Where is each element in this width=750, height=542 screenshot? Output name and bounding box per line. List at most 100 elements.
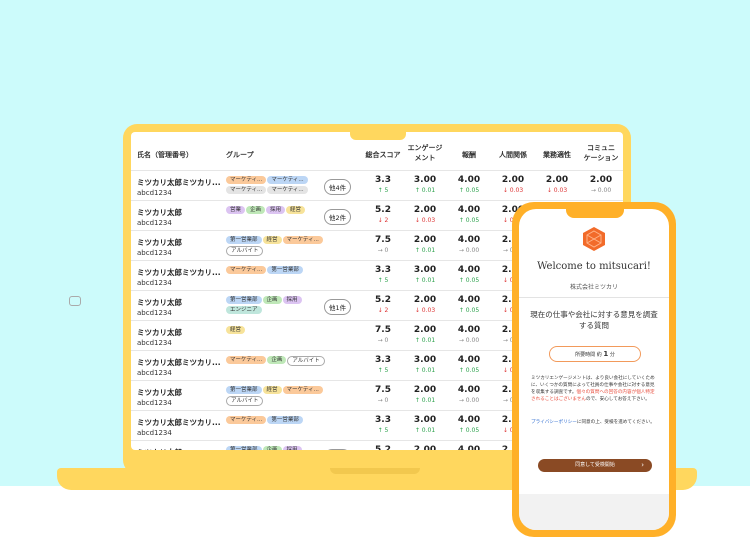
score-cell-eng: 3.00 ↑ 0.01 [403,355,447,375]
header-engagement-line2: メント [414,154,436,162]
header-relationship[interactable]: 人間関係 [491,150,535,160]
score-value: 7.5 [375,325,391,335]
employee-name: ミツカリ太郎ミツカリ... [137,418,221,427]
score-delta: → 0.00 [458,397,480,404]
chevron-right-icon: › [641,461,644,469]
score-delta: ↑ 5 [377,367,389,374]
employee-name: ミツカリ太郎 [137,328,182,337]
score-cell-total: 3.3 ↑ 5 [361,175,405,195]
score-cell-total: 3.3 ↑ 5 [361,265,405,285]
header-total[interactable]: 総合スコア [361,150,405,160]
score-cell-rew: 4.00 → 0.00 [447,235,491,255]
survey-question: 現在の仕事や会社に対する意見を調査する質問 [530,310,658,330]
score-value: 2.00 [413,205,437,215]
score-cell-apt: 2.00 ↓ 0.03 [535,175,579,195]
score-cell-total: 5.2 ↓ 2 [361,205,405,225]
score-cell-total: 7.5 → 0 [361,235,405,255]
score-cell-total: 7.5 → 0 [361,325,405,345]
more-groups-button[interactable]: 他2件 [324,209,352,225]
score-cell-eng: 2.00 ↓ 0.03 [403,205,447,225]
employee-id: abcd1234 [137,279,172,287]
score-value: 3.3 [375,415,391,425]
employee-id: abcd1234 [137,369,172,377]
company-name: 株式会社ミツカリ [569,284,618,291]
score-cell-rew: 4.00 ↑ 0.05 [447,205,491,225]
description-text: ミツカリエンゲージメントは、より良い会社にしていくために、いくつかの質問によって… [531,375,659,403]
score-value: 2.00 [589,175,613,185]
score-delta: ↑ 0.01 [414,277,436,284]
group-tag: マーケティ... [226,416,267,424]
score-value: 4.00 [457,295,481,305]
score-value: 2.00 [413,235,437,245]
score-delta: ↑ 0.01 [414,367,436,374]
score-cell-rel: 2.00 ↓ 0.03 [491,175,535,195]
group-tag: マーケティ... [267,176,308,184]
group-tags: マーケティ... 企画 アルバイト [226,356,326,368]
score-cell-eng: 2.00 ↓ 0.03 [403,295,447,315]
group-tag: 採用 [282,446,302,450]
score-delta: → 0 [377,397,389,404]
more-groups-button[interactable]: 他1件 [324,449,352,450]
group-tag: マーケティ... [226,186,267,194]
table-row[interactable]: ミツカリ太郎ミツカリ... abcd1234 マーケティ... マーケティ...マーケ… [131,170,623,201]
score-value: 2.00 [413,325,437,335]
time-value: 1 [603,350,609,358]
employee-name: ミツカリ太郎 [137,447,182,450]
score-delta: ↓ 0.03 [546,187,568,194]
employee-name: ミツカリ太郎 [137,208,182,217]
header-name[interactable]: 氏名（管理番号） [137,150,193,160]
score-cell-total: 5.2 ↓ 2 [361,295,405,315]
group-tag: アルバイト [226,396,264,406]
home-icon[interactable] [69,296,81,306]
score-delta: ↑ 0.05 [458,217,480,224]
score-cell-total: 7.5 → 0 [361,385,405,405]
employee-name: ミツカリ太郎 [137,298,182,307]
header-communication[interactable]: コミュニ ケーション [579,143,623,163]
privacy-note: プライバシーポリシーに同意の上、受検を進めてください。 [531,419,659,426]
group-tags: マーケティ... 第一営業部 [226,266,326,276]
score-cell-eng: 2.00 ↑ 0.01 [403,235,447,255]
score-value: 7.5 [375,385,391,395]
group-tag: 経営 [262,386,282,394]
phone-footer [519,494,669,530]
score-value: 2.00 [413,295,437,305]
score-delta: ↑ 0.05 [458,187,480,194]
employee-id: abcd1234 [137,249,172,257]
score-value: 3.3 [375,265,391,275]
group-tag: マーケティ... [267,186,308,194]
group-tags: 経営 [226,326,326,336]
group-tag: マーケティ... [226,176,267,184]
score-value: 5.2 [375,205,391,215]
group-tag: 企画 [246,206,266,214]
welcome-title: Welcome to mitsucari! [537,261,651,272]
header-aptitude[interactable]: 業務適性 [535,150,579,160]
score-cell-eng: 2.00 ↑ 0.01 [403,385,447,405]
header-group[interactable]: グループ [226,150,254,160]
score-delta: ↓ 0.03 [414,217,436,224]
score-delta: ↑ 0.05 [458,277,480,284]
header-reward[interactable]: 報酬 [447,150,491,160]
employee-id: abcd1234 [137,309,172,317]
score-value: 4.00 [457,205,481,215]
header-engagement[interactable]: エンゲージ メント [403,143,447,163]
score-delta: ↑ 0.05 [458,367,480,374]
score-value: 2.00 [545,175,569,185]
score-value: 3.00 [413,175,437,185]
privacy-note-text: に同意の上、受検を進めてください。 [576,420,655,425]
score-delta: ↑ 0.05 [458,307,480,314]
group-tag: 第一営業部 [267,266,303,274]
laptop-base-groove [330,468,420,474]
agree-start-button[interactable]: 同意して受検開始 › [538,459,652,472]
score-delta: → 0 [377,337,389,344]
more-groups-button[interactable]: 他1件 [324,299,352,315]
privacy-policy-link[interactable]: プライバシーポリシー [531,420,577,425]
group-tags: 営業 企画 採用 経営 [226,206,326,216]
more-groups-button[interactable]: 他4件 [324,179,352,195]
time-prefix: 所要時間 約 [575,352,602,358]
employee-id: abcd1234 [137,339,172,347]
phone-screen: Welcome to mitsucari! 株式会社ミツカリ 現在の仕事や会社に… [519,209,669,530]
score-delta: ↓ 0.03 [502,187,524,194]
group-tag: アルバイト [226,246,264,256]
score-cell-com: 2.00 → 0.00 [579,175,623,195]
group-tag: マーケティ... [226,356,267,364]
